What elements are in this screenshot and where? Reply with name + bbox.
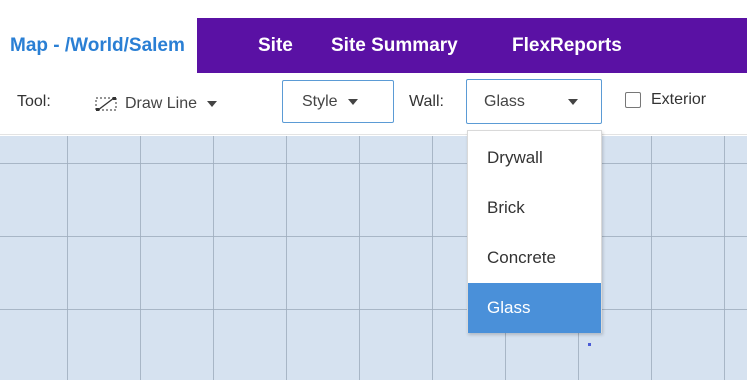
wall-option-drywall[interactable]: Drywall <box>468 133 601 183</box>
tab-site-summary[interactable]: Site Summary <box>331 18 458 73</box>
draw-line-icon <box>93 94 121 114</box>
tool-select[interactable]: Draw Line <box>93 87 218 121</box>
tab-site[interactable]: Site <box>258 18 293 73</box>
map-toolbar: Tool: Draw Line Style Wall: Glass Exteri… <box>0 73 747 135</box>
wall-option-concrete[interactable]: Concrete <box>468 233 601 283</box>
tab-bar: Map - /World/Salem Site Site Summary Fle… <box>0 18 747 73</box>
style-dropdown-button[interactable]: Style <box>282 80 394 123</box>
map-point <box>588 343 591 346</box>
wall-select[interactable]: Glass <box>466 79 602 124</box>
wall-option-brick[interactable]: Brick <box>468 183 601 233</box>
tab-map[interactable]: Map - /World/Salem <box>0 18 197 73</box>
tool-label: Tool: <box>17 93 51 110</box>
wall-label: Wall: <box>409 93 444 110</box>
exterior-checkbox[interactable]: Exterior <box>625 91 706 109</box>
chevron-down-icon <box>568 99 578 105</box>
checkbox-icon <box>625 92 641 108</box>
chevron-down-icon <box>207 101 218 107</box>
chevron-down-icon <box>347 98 358 105</box>
tab-flexreports[interactable]: FlexReports <box>512 18 622 73</box>
top-strip <box>0 0 747 18</box>
wall-dropdown-menu: Drywall Brick Concrete Glass <box>467 130 602 333</box>
wall-option-glass[interactable]: Glass <box>468 283 601 333</box>
tool-value: Draw Line <box>125 95 198 112</box>
map-canvas[interactable] <box>0 136 747 380</box>
exterior-label: Exterior <box>651 91 707 108</box>
style-label: Style <box>302 92 338 110</box>
wall-value: Glass <box>484 92 525 110</box>
